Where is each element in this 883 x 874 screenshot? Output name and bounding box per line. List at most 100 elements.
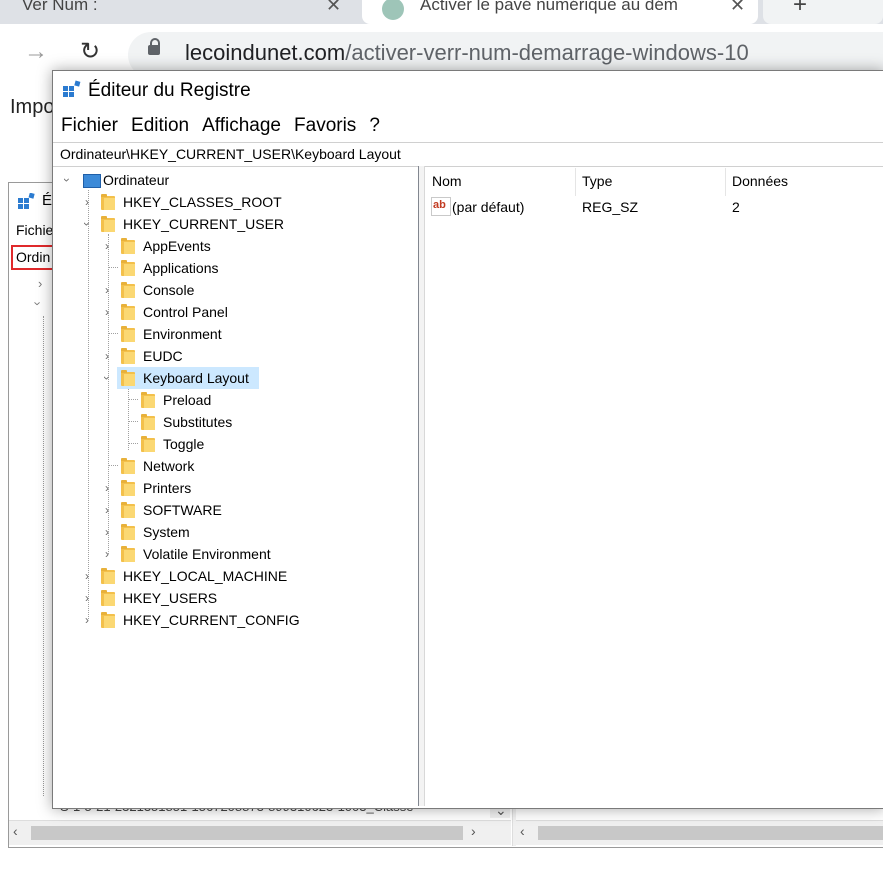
menu-help[interactable]: ? <box>369 115 380 136</box>
regedit-icon <box>18 193 35 209</box>
column-separator[interactable] <box>575 168 576 196</box>
background-address-highlighted[interactable]: Ordin <box>11 245 57 270</box>
chevron-right-icon[interactable]: › <box>101 499 113 521</box>
tree-guide-line <box>108 267 118 268</box>
menu-affichage[interactable]: Affichage <box>202 115 281 136</box>
close-tab-icon[interactable]: ✕ <box>326 0 341 24</box>
folder-icon <box>121 546 135 562</box>
folder-icon <box>121 348 135 364</box>
regedit-icon <box>63 80 81 97</box>
folder-icon <box>101 590 115 606</box>
chevron-right-icon[interactable]: › <box>81 587 93 609</box>
folder-icon <box>141 414 155 430</box>
chevron-right-icon[interactable]: › <box>101 279 113 301</box>
column-header-nom[interactable]: Nom <box>432 173 462 189</box>
scroll-left-icon[interactable]: ‹ <box>520 823 525 839</box>
folder-icon <box>121 458 135 474</box>
tab-title: Activer le pavé numérique au dém <box>420 0 678 14</box>
column-header-type[interactable]: Type <box>582 173 612 189</box>
tree-item-label: Applications <box>143 260 219 276</box>
string-value-icon: ab <box>431 197 451 216</box>
background-horizontal-scrollbar-tree[interactable]: ‹ › <box>9 820 511 845</box>
chevron-right-icon[interactable]: › <box>81 609 93 631</box>
url-path: /activer-verr-num-demarrage-windows-10 <box>345 40 749 65</box>
scroll-left-icon[interactable]: ‹ <box>13 823 18 839</box>
folder-icon <box>121 304 135 320</box>
folder-open-icon <box>121 370 135 386</box>
background-horizontal-scrollbar-list[interactable]: ‹ <box>516 820 883 845</box>
folder-icon <box>101 194 115 210</box>
forward-arrow-icon[interactable]: → <box>24 38 48 66</box>
tree-item-label: Network <box>143 458 195 474</box>
tree-item-label: AppEvents <box>143 238 211 254</box>
menu-favoris[interactable]: Favoris <box>294 115 356 136</box>
plus-icon: + <box>793 0 808 18</box>
menu-edition[interactable]: Edition <box>131 115 189 136</box>
chevron-right-icon[interactable]: › <box>38 276 42 291</box>
tree-item-label: Ordinateur <box>103 172 170 188</box>
chevron-right-icon[interactable]: › <box>101 543 113 565</box>
chevron-right-icon[interactable]: › <box>101 235 113 257</box>
scroll-thumb[interactable] <box>538 826 883 840</box>
value-type: REG_SZ <box>582 199 639 215</box>
tree-item-label: HKEY_CLASSES_ROOT <box>123 194 282 210</box>
registry-address-text: Ordinateur\HKEY_CURRENT_USER\Keyboard La… <box>60 146 401 162</box>
chevron-down-icon[interactable]: › <box>31 301 46 305</box>
tree-item-label: Control Panel <box>143 304 228 320</box>
chevron-right-icon[interactable]: › <box>81 191 93 213</box>
registry-tree-pane[interactable]: › Ordinateur › HKEY_CLASSES_ROOT › HKEY_… <box>53 166 419 806</box>
tree-item-keyboard-layout[interactable]: › Keyboard Layout <box>100 367 261 389</box>
tree-guide-line <box>108 465 118 466</box>
value-name[interactable]: (par défaut) <box>452 199 524 215</box>
tree-item-label: HKEY_USERS <box>123 590 218 606</box>
tree-item-label: Printers <box>143 480 192 496</box>
folder-icon <box>101 216 115 232</box>
folder-icon <box>121 260 135 276</box>
chevron-down-icon[interactable]: › <box>76 218 98 230</box>
menu-fichier[interactable]: Fichier <box>61 115 118 136</box>
scroll-thumb[interactable] <box>31 826 463 840</box>
registry-values-pane[interactable] <box>425 166 883 806</box>
chevron-right-icon[interactable]: › <box>101 345 113 367</box>
folder-icon <box>121 524 135 540</box>
tree-guide-line <box>128 399 138 400</box>
tree-guide-line <box>108 333 118 334</box>
page-text: Impo <box>10 96 55 118</box>
lock-icon[interactable] <box>148 38 160 55</box>
scroll-right-icon[interactable]: › <box>471 823 476 839</box>
background-menu-file[interactable]: Fichie <box>16 222 53 238</box>
new-tab-button[interactable]: + <box>763 0 883 24</box>
chevron-down-icon[interactable]: › <box>56 174 78 186</box>
tree-item-label: HKEY_LOCAL_MACHINE <box>123 568 288 584</box>
tree-item-label: Volatile Environment <box>143 546 271 562</box>
chevron-right-icon[interactable]: › <box>81 565 93 587</box>
tree-item-label: Console <box>143 282 195 298</box>
menu-bar: Fichier Edition Affichage Favoris? <box>61 115 393 137</box>
folder-icon <box>121 502 135 518</box>
tree-item-label: System <box>143 524 190 540</box>
tree-item-label: Environment <box>143 326 222 342</box>
column-header-donnees[interactable]: Données <box>732 173 788 189</box>
tree-guide-line <box>88 190 89 619</box>
tree-item-label: Preload <box>163 392 212 408</box>
browser-tab-active[interactable]: Activer le pavé numérique au dém ✕ <box>362 0 758 24</box>
close-tab-icon[interactable]: ✕ <box>730 0 745 24</box>
tree-item-label: EUDC <box>143 348 183 364</box>
chevron-right-icon[interactable]: › <box>101 301 113 323</box>
computer-icon <box>83 174 101 188</box>
folder-icon <box>121 480 135 496</box>
chevron-right-icon[interactable]: › <box>101 521 113 543</box>
browser-tab-1[interactable]: Ver Num : ✕ <box>0 0 358 24</box>
folder-icon <box>121 282 135 298</box>
column-separator[interactable] <box>725 168 726 196</box>
chevron-down-icon[interactable]: › <box>96 372 118 384</box>
registry-address-bar[interactable]: Ordinateur\HKEY_CURRENT_USER\Keyboard La… <box>53 142 883 167</box>
url-text[interactable]: lecoindunet.com/activer-verr-num-demarra… <box>185 40 749 66</box>
tree-item-label: HKEY_CURRENT_CONFIG <box>123 612 300 628</box>
reload-icon[interactable]: ↻ <box>80 37 100 66</box>
folder-icon <box>121 326 135 342</box>
chevron-right-icon[interactable]: › <box>101 477 113 499</box>
folder-icon <box>101 612 115 628</box>
folder-icon <box>141 436 155 452</box>
tree-item-label: HKEY_CURRENT_USER <box>123 216 285 232</box>
